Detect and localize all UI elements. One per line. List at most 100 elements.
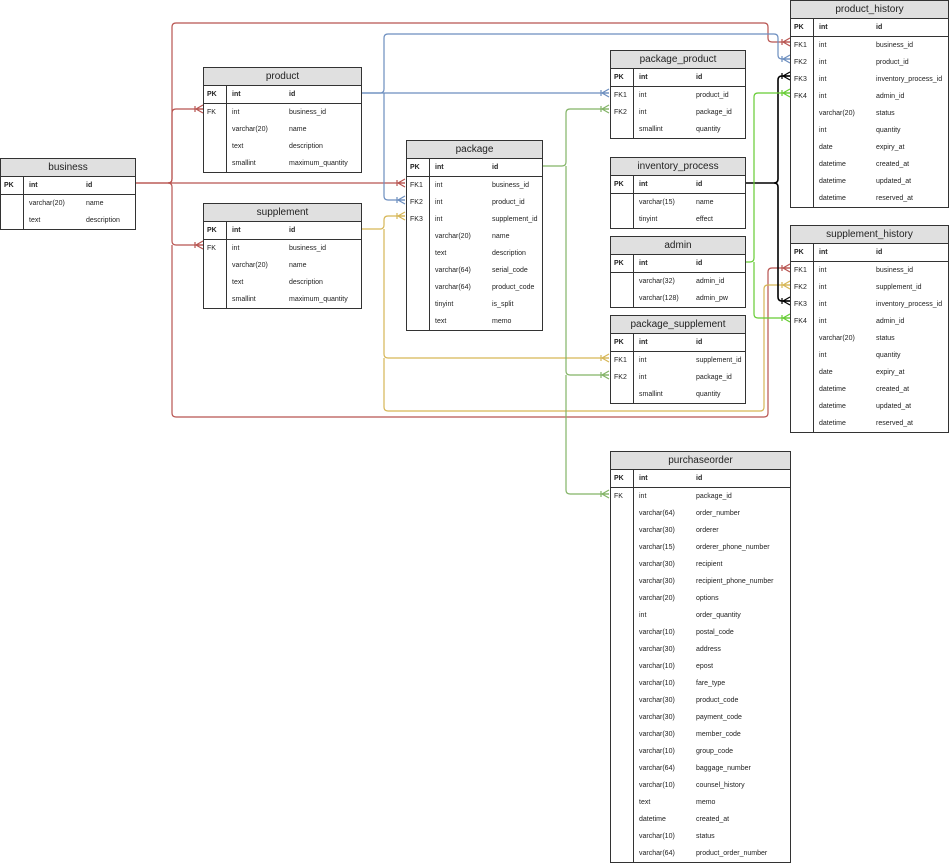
field-row[interactable]: date expiry_at [791, 139, 948, 156]
field-row[interactable]: text memo [611, 794, 790, 811]
field-row[interactable]: varchar(20) name [1, 195, 135, 212]
field-row[interactable]: FK2 int package_id [611, 104, 745, 121]
field-row[interactable]: datetime reserved_at [791, 190, 948, 207]
field-row[interactable]: FK3 int inventory_process_id [791, 71, 948, 88]
field-row[interactable]: text memo [407, 313, 542, 330]
entity-supplement-history[interactable]: supplement_history PK int id FK1 int business_… [790, 225, 949, 433]
field-row[interactable]: varchar(20) name [407, 228, 542, 245]
field-row[interactable]: date expiry_at [791, 364, 948, 381]
entity-purchaseorder[interactable]: purchaseorder PK int id FK int package_id varch… [610, 451, 791, 863]
field-row[interactable]: text description [204, 274, 361, 291]
field-name: memo [696, 799, 716, 806]
primary-key-row[interactable]: PK int id [611, 69, 745, 87]
field-row[interactable]: FK1 int business_id [791, 262, 948, 279]
field-row[interactable]: FK2 int package_id [611, 369, 745, 386]
entity-supplement[interactable]: supplement PK int id FK int business_id varchar… [203, 203, 362, 309]
field-row[interactable]: varchar(30) product_code [611, 692, 790, 709]
primary-key-row[interactable]: PK int id [407, 159, 542, 177]
field-row[interactable]: datetime reserved_at [791, 415, 948, 432]
primary-key-row[interactable]: PK int id [611, 334, 745, 352]
field-row[interactable]: varchar(30) address [611, 641, 790, 658]
field-row[interactable]: text description [1, 212, 135, 229]
field-row[interactable]: varchar(64) product_code [407, 279, 542, 296]
field-row[interactable]: varchar(64) order_number [611, 505, 790, 522]
field-row[interactable]: varchar(32) admin_id [611, 273, 745, 290]
field-row[interactable]: int quantity [791, 122, 948, 139]
entity-inventory-process[interactable]: inventory_process PK int id varchar(15) name t… [610, 157, 746, 229]
field-row[interactable]: text description [407, 245, 542, 262]
field-row[interactable]: FK3 int supplement_id [407, 211, 542, 228]
field-row[interactable]: varchar(20) status [791, 105, 948, 122]
field-row[interactable]: tinyint is_split [407, 296, 542, 313]
field-row[interactable]: FK2 int supplement_id [791, 279, 948, 296]
field-row[interactable]: varchar(20) status [791, 330, 948, 347]
field-row[interactable]: varchar(10) counsel_history [611, 777, 790, 794]
field-row[interactable]: datetime created_at [791, 381, 948, 398]
field-row[interactable]: FK int business_id [204, 104, 361, 121]
field-row[interactable]: varchar(128) admin_pw [611, 290, 745, 307]
field-row[interactable]: FK1 int business_id [407, 177, 542, 194]
field-row[interactable]: varchar(10) group_code [611, 743, 790, 760]
primary-key-row[interactable]: PK int id [611, 470, 790, 488]
primary-key-row[interactable]: PK int id [611, 255, 745, 273]
field-row[interactable]: smallint quantity [611, 121, 745, 138]
field-row[interactable]: datetime created_at [611, 811, 790, 828]
field-row[interactable]: varchar(15) name [611, 194, 745, 211]
field-row[interactable]: varchar(30) member_code [611, 726, 790, 743]
field-name: created_at [876, 386, 910, 393]
field-row[interactable]: datetime updated_at [791, 398, 948, 415]
entity-title: inventory_process [611, 158, 745, 176]
field-row[interactable]: FK4 int admin_id [791, 313, 948, 330]
entity-business[interactable]: business PK int id varchar(20) name text descri… [0, 158, 136, 230]
field-row[interactable]: varchar(10) fare_type [611, 675, 790, 692]
field-row[interactable]: tinyint effect [611, 211, 745, 228]
entity-package-supplement[interactable]: package_supplement PK int id FK1 int supplemen… [610, 315, 746, 404]
field-key: FK4 [794, 93, 807, 100]
end-admin-supplement_history [781, 313, 791, 323]
field-row[interactable]: int quantity [791, 347, 948, 364]
field-row[interactable]: varchar(10) status [611, 828, 790, 845]
field-row[interactable]: FK1 int supplement_id [611, 352, 745, 369]
entity-package-product[interactable]: package_product PK int id FK1 int product_id FK… [610, 50, 746, 139]
field-row[interactable]: FK int business_id [204, 240, 361, 257]
field-row[interactable]: varchar(15) orderer_phone_number [611, 539, 790, 556]
field-row[interactable]: varchar(20) name [204, 121, 361, 138]
field-row[interactable]: varchar(10) epost [611, 658, 790, 675]
entity-title: business [1, 159, 135, 177]
field-row[interactable]: varchar(20) options [611, 590, 790, 607]
field-row[interactable]: smallint quantity [611, 386, 745, 403]
field-row[interactable]: FK2 int product_id [791, 54, 948, 71]
field-row[interactable]: datetime updated_at [791, 173, 948, 190]
field-row[interactable]: varchar(30) orderer [611, 522, 790, 539]
primary-key-row[interactable]: PK int id [1, 177, 135, 195]
field-row[interactable]: smallint maximum_quantity [204, 155, 361, 172]
entity-product-history[interactable]: product_history PK int id FK1 int business_id F… [790, 0, 949, 208]
field-row[interactable]: FK4 int admin_id [791, 88, 948, 105]
field-row[interactable]: FK int package_id [611, 488, 790, 505]
field-row[interactable]: FK3 int inventory_process_id [791, 296, 948, 313]
field-row[interactable]: FK1 int product_id [611, 87, 745, 104]
field-row[interactable]: int order_quantity [611, 607, 790, 624]
entity-admin[interactable]: admin PK int id varchar(32) admin_id varchar(1… [610, 236, 746, 308]
primary-key-row[interactable]: PK int id [791, 244, 948, 262]
field-row[interactable]: smallint maximum_quantity [204, 291, 361, 308]
field-row[interactable]: text description [204, 138, 361, 155]
entity-product[interactable]: product PK int id FK int business_id varchar(20… [203, 67, 362, 173]
field-row[interactable]: varchar(64) baggage_number [611, 760, 790, 777]
primary-key-row[interactable]: PK int id [204, 222, 361, 240]
primary-key-row[interactable]: PK int id [204, 86, 361, 104]
entity-package[interactable]: package PK int id FK1 int business_id FK2 int pro… [406, 140, 543, 331]
field-row[interactable]: varchar(10) postal_code [611, 624, 790, 641]
field-row[interactable]: varchar(64) product_order_number [611, 845, 790, 862]
field-row[interactable]: varchar(30) payment_code [611, 709, 790, 726]
field-row[interactable]: varchar(30) recipient [611, 556, 790, 573]
primary-key-row[interactable]: PK int id [611, 176, 745, 194]
field-row[interactable]: varchar(20) name [204, 257, 361, 274]
field-row[interactable]: varchar(64) serial_code [407, 262, 542, 279]
field-type: datetime [819, 386, 846, 393]
field-row[interactable]: datetime created_at [791, 156, 948, 173]
field-row[interactable]: FK2 int product_id [407, 194, 542, 211]
field-row[interactable]: varchar(30) recipient_phone_number [611, 573, 790, 590]
field-row[interactable]: FK1 int business_id [791, 37, 948, 54]
primary-key-row[interactable]: PK int id [791, 19, 948, 37]
